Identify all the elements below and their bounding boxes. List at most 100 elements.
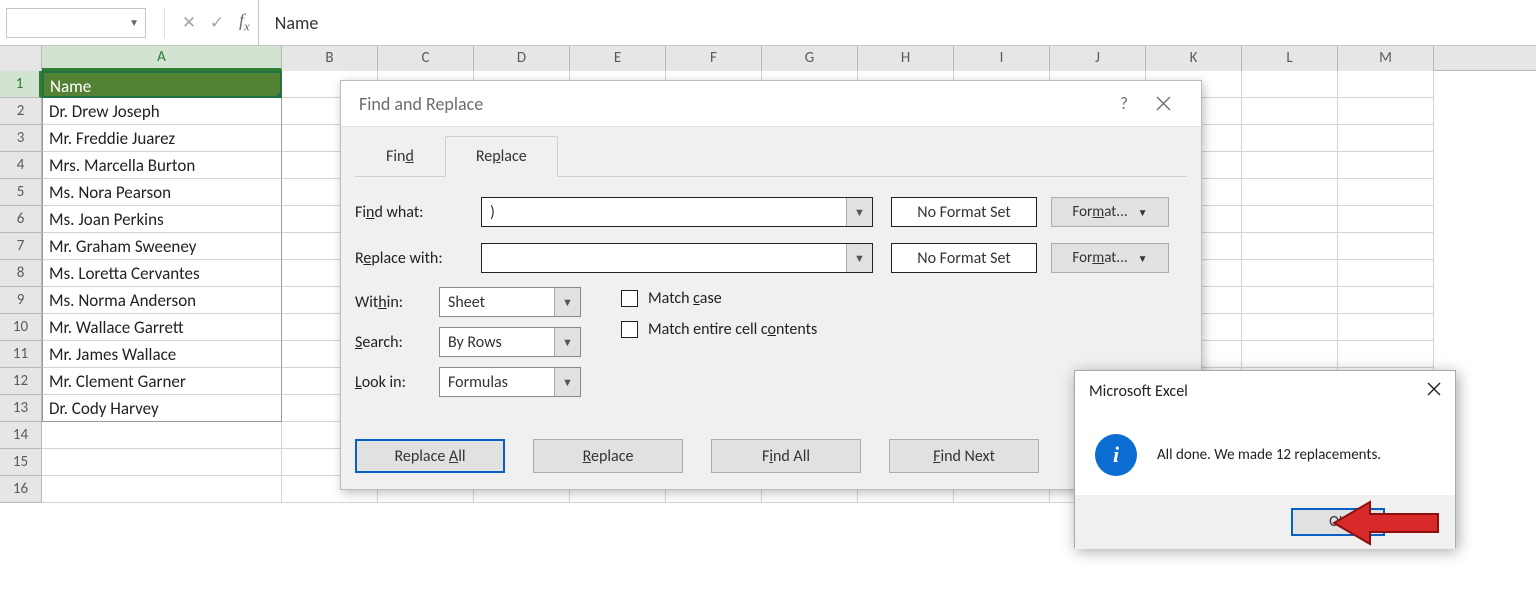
cell[interactable]: Mr. James Wallace <box>42 341 282 368</box>
cell[interactable] <box>1242 314 1338 341</box>
column-header-c[interactable]: C <box>378 46 474 71</box>
cell[interactable] <box>1338 152 1434 179</box>
find-all-button[interactable]: Find All <box>711 439 861 473</box>
select-all-corner[interactable] <box>0 46 42 71</box>
cell[interactable] <box>1338 287 1434 314</box>
column-header-l[interactable]: L <box>1242 46 1338 71</box>
row-header[interactable]: 1 <box>0 71 42 98</box>
cell[interactable] <box>1242 341 1338 368</box>
cell[interactable] <box>1338 125 1434 152</box>
cell[interactable] <box>1242 260 1338 287</box>
replace-all-button[interactable]: Replace All <box>355 439 505 473</box>
fx-icon[interactable]: fx <box>231 10 258 35</box>
row-header[interactable]: 11 <box>0 341 42 368</box>
column-header-k[interactable]: K <box>1146 46 1242 71</box>
column-header-b[interactable]: B <box>282 46 378 71</box>
cell[interactable] <box>1242 287 1338 314</box>
cell[interactable] <box>42 422 282 449</box>
row-header[interactable]: 8 <box>0 260 42 287</box>
replace-format-button[interactable]: Format...▼ <box>1051 243 1169 273</box>
dropdown-icon[interactable]: ▼ <box>554 368 580 396</box>
column-header-i[interactable]: I <box>954 46 1050 71</box>
cell[interactable]: Dr. Cody Harvey <box>42 395 282 422</box>
find-what-input[interactable]: ) ▼ <box>481 197 873 227</box>
msgbox-titlebar[interactable]: Microsoft Excel <box>1075 371 1455 411</box>
row-header[interactable]: 4 <box>0 152 42 179</box>
column-header-g[interactable]: G <box>762 46 858 71</box>
cell[interactable]: Mr. Freddie Juarez <box>42 125 282 152</box>
dropdown-icon[interactable]: ▼ <box>554 328 580 356</box>
search-select[interactable]: By Rows ▼ <box>439 327 581 357</box>
row-header[interactable]: 6 <box>0 206 42 233</box>
match-entire-checkbox[interactable]: Match entire cell contents <box>621 320 817 339</box>
row-header[interactable]: 15 <box>0 449 42 476</box>
column-header-d[interactable]: D <box>474 46 570 71</box>
cell[interactable]: Mrs. Marcella Burton <box>42 152 282 179</box>
search-value: By Rows <box>440 333 554 352</box>
cell[interactable] <box>42 449 282 476</box>
close-icon[interactable] <box>1144 90 1183 117</box>
cell[interactable]: Name <box>42 71 282 98</box>
cell[interactable] <box>1242 233 1338 260</box>
dropdown-icon[interactable]: ▼ <box>554 288 580 316</box>
row-header[interactable]: 12 <box>0 368 42 395</box>
row-header[interactable]: 14 <box>0 422 42 449</box>
cell[interactable] <box>1338 206 1434 233</box>
cell[interactable]: Ms. Nora Pearson <box>42 179 282 206</box>
column-header-m[interactable]: M <box>1338 46 1434 71</box>
column-header-j[interactable]: J <box>1050 46 1146 71</box>
replace-with-input[interactable]: ▼ <box>481 243 873 273</box>
tab-find[interactable]: Find <box>355 136 445 177</box>
column-header-e[interactable]: E <box>570 46 666 71</box>
cell[interactable]: Dr. Drew Joseph <box>42 98 282 125</box>
dropdown-icon[interactable]: ▼ <box>846 244 872 272</box>
cell[interactable]: Mr. Wallace Garrett <box>42 314 282 341</box>
cell[interactable] <box>42 476 282 503</box>
within-select[interactable]: Sheet ▼ <box>439 287 581 317</box>
row-header[interactable]: 7 <box>0 233 42 260</box>
cell[interactable] <box>1242 179 1338 206</box>
find-format-button[interactable]: Format...▼ <box>1051 197 1169 227</box>
cell[interactable] <box>1338 98 1434 125</box>
cell[interactable] <box>1338 179 1434 206</box>
cell[interactable] <box>1242 71 1338 98</box>
replace-button[interactable]: Replace <box>533 439 683 473</box>
cell[interactable]: Mr. Clement Garner <box>42 368 282 395</box>
row-header[interactable]: 16 <box>0 476 42 503</box>
cell[interactable] <box>1242 152 1338 179</box>
dropdown-icon[interactable]: ▼ <box>846 198 872 226</box>
row-header[interactable]: 13 <box>0 395 42 422</box>
cell[interactable]: Mr. Graham Sweeney <box>42 233 282 260</box>
cell[interactable]: Ms. Norma Anderson <box>42 287 282 314</box>
cell[interactable] <box>1338 314 1434 341</box>
row-header[interactable]: 9 <box>0 287 42 314</box>
close-icon[interactable] <box>1427 382 1441 401</box>
tab-replace[interactable]: Replace <box>445 136 558 177</box>
find-next-button[interactable]: Find Next <box>889 439 1039 473</box>
cell[interactable] <box>1242 206 1338 233</box>
cell[interactable] <box>1338 233 1434 260</box>
column-header-h[interactable]: H <box>858 46 954 71</box>
formula-input[interactable]: Name <box>259 0 1536 46</box>
row-header[interactable]: 3 <box>0 125 42 152</box>
cell[interactable] <box>1338 341 1434 368</box>
row-header[interactable]: 5 <box>0 179 42 206</box>
column-header-a[interactable]: A <box>42 46 282 71</box>
lookin-select[interactable]: Formulas ▼ <box>439 367 581 397</box>
name-box[interactable]: ▼ <box>6 8 146 38</box>
cell[interactable] <box>1242 125 1338 152</box>
fill-handle[interactable] <box>277 93 282 98</box>
enter-icon[interactable]: ✓ <box>203 12 231 33</box>
cancel-icon[interactable]: ✕ <box>175 12 203 33</box>
cell[interactable] <box>1338 71 1434 98</box>
cell[interactable] <box>1338 260 1434 287</box>
cell[interactable] <box>1242 98 1338 125</box>
cell[interactable]: Ms. Joan Perkins <box>42 206 282 233</box>
dialog-titlebar[interactable]: Find and Replace ? <box>341 81 1201 127</box>
match-case-checkbox[interactable]: Match case <box>621 289 817 308</box>
cell[interactable]: Ms. Loretta Cervantes <box>42 260 282 287</box>
row-header[interactable]: 10 <box>0 314 42 341</box>
column-header-f[interactable]: F <box>666 46 762 71</box>
help-icon[interactable]: ? <box>1104 87 1144 120</box>
row-header[interactable]: 2 <box>0 98 42 125</box>
